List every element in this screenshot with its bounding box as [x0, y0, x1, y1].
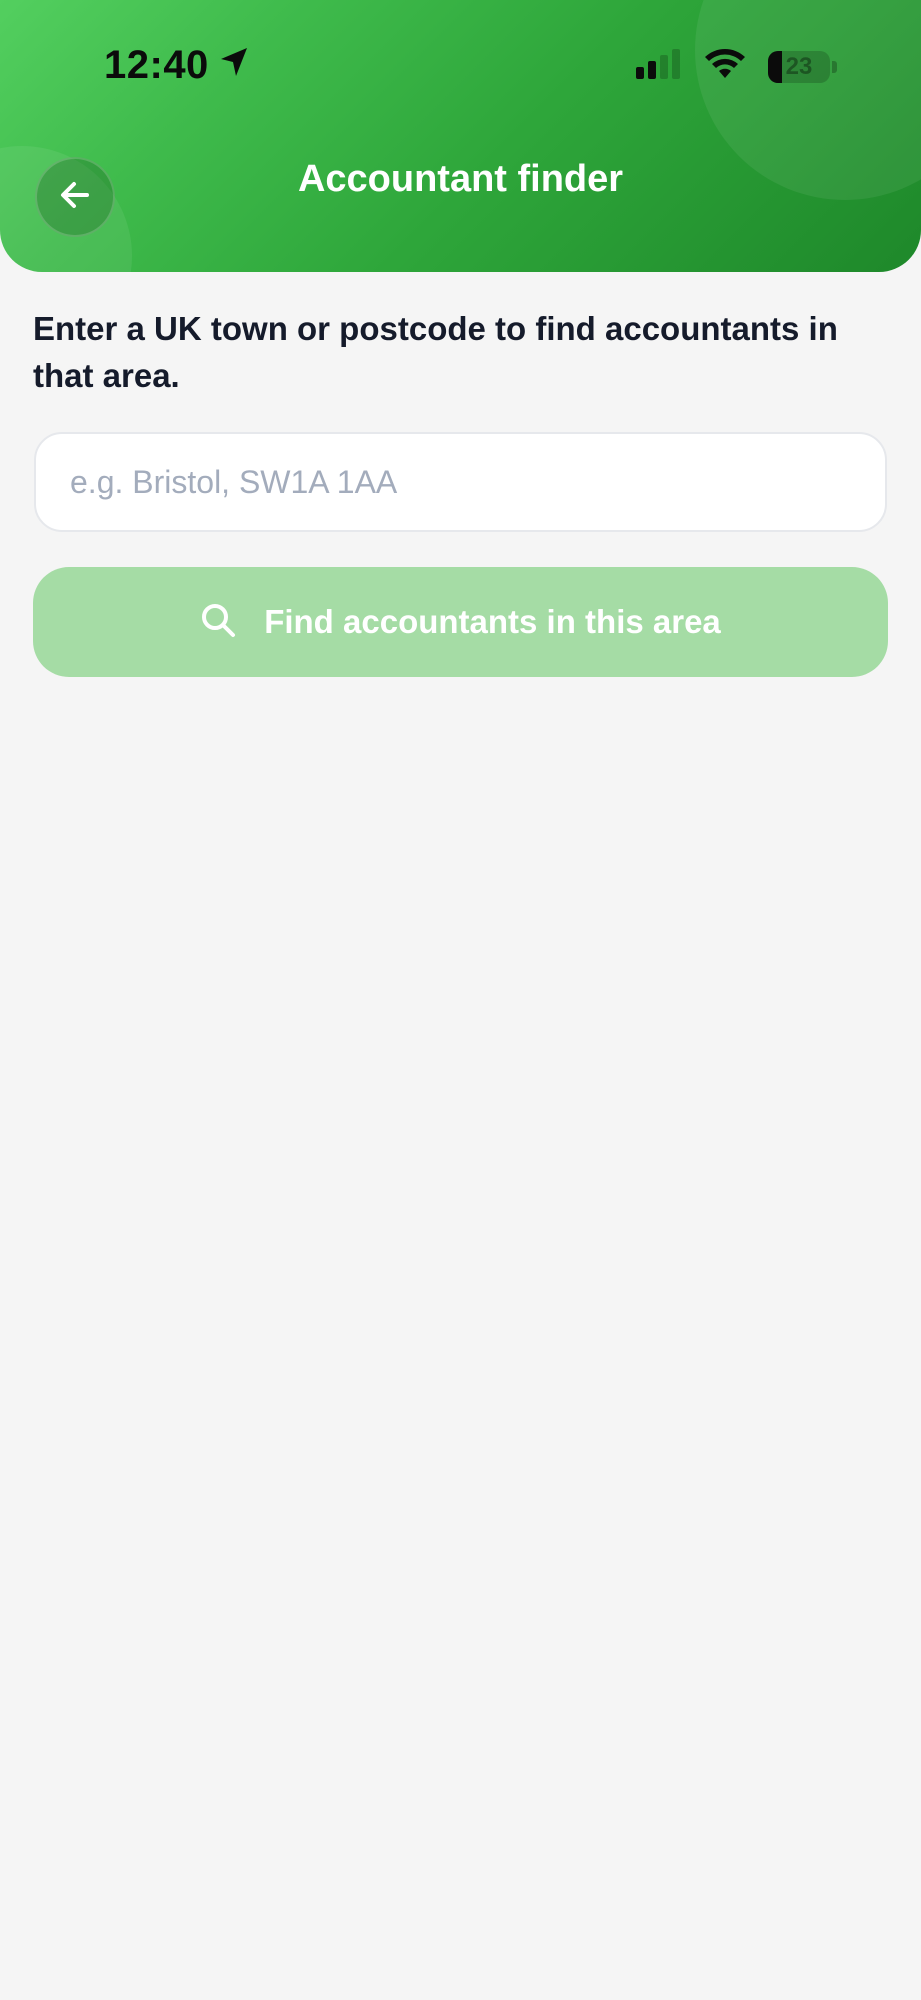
battery-icon: 23: [768, 50, 830, 83]
wifi-icon: [704, 48, 746, 85]
status-bar-indicators: 23: [636, 48, 837, 85]
page-title: Accountant finder: [297, 158, 624, 200]
screen: 12:40 23 Accountant finder Enter a UK to…: [0, 0, 921, 2000]
cellular-signal-icon: [636, 49, 682, 84]
battery-level-text: 23: [785, 52, 813, 80]
find-button-label: Find accountants in this area: [264, 603, 721, 640]
header: 12:40 23 Accountant finder: [0, 0, 921, 272]
search-icon: [200, 602, 236, 643]
location-arrow-icon: [219, 43, 249, 88]
find-accountants-button[interactable]: Find accountants in this area: [33, 567, 888, 677]
battery-cap: [832, 60, 837, 73]
instructions-text: Enter a UK town or postcode to find acco…: [33, 310, 838, 394]
status-bar-time: 12:40: [104, 43, 249, 88]
location-search-input[interactable]: [34, 432, 887, 532]
battery-indicator: 23: [768, 50, 837, 83]
status-time-text: 12:40: [104, 43, 209, 87]
